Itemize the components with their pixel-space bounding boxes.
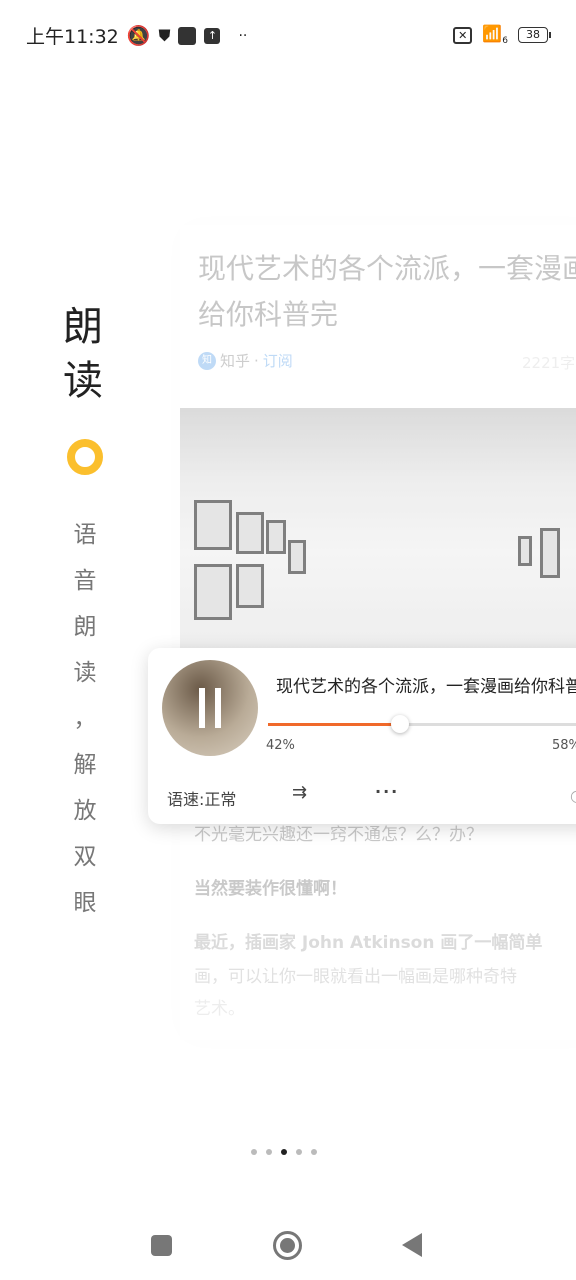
back-button[interactable] [402,1233,422,1257]
subtitle-char: 双 [73,844,97,870]
article-title: 现代艺术的各个流派，一套漫画 给你科普完 [198,252,576,331]
article-source: 知乎 [220,352,251,370]
more-icon[interactable]: ··· [375,782,399,801]
battery-icon: 38 [518,27,551,44]
article-paragraph: 艺术。 [194,999,245,1019]
progress-fill [268,723,400,726]
subtitle-char: 语 [73,522,97,548]
title-char: 读 [63,358,103,404]
article-meta: 知 知乎 · 订阅 [198,350,293,371]
remaining-percent: 58% [552,738,576,753]
article-image [180,408,576,648]
page-dot[interactable] [281,1149,287,1155]
title-char: 朗 [63,304,103,350]
subtitle-char: ， [73,706,97,732]
subtitle-char: 读 [73,660,97,686]
subtitle-char: 音 [73,568,97,594]
playlist-order-icon[interactable]: ⇉ [292,782,307,803]
recents-button[interactable] [151,1235,172,1256]
more-notifications-icon: ·· [238,27,248,44]
ring-icon [67,439,103,475]
article-paragraph: 最近，插画家 John Atkinson 画了一幅简单 [194,933,543,953]
zhihu-logo-icon: 知 [198,351,216,370]
article-paragraph: 当然要装作很懂啊！ [194,879,347,899]
progress-thumb[interactable] [390,715,409,733]
subtitle-char: 放 [73,798,97,824]
feature-subtitle: 语 音 朗 读 ， 解 放 双 眼 [70,512,100,926]
status-bar-right: ✕ 📶6 38 [453,24,551,47]
upload-icon: ↑ [204,27,221,44]
no-sim-icon: ✕ [453,26,473,44]
page-dot[interactable] [266,1149,272,1155]
mute-bell-icon: 🔕 [126,25,151,47]
subtitle-char: 朗 [73,614,97,640]
subtitle-char: 解 [73,752,97,778]
shield-icon: ⛊ [158,25,171,45]
player-title: 现代艺术的各个流派，一套漫画给你科普完 [276,677,576,697]
article-paragraph: 画，可以让你一眼就看出一幅画是哪种奇特 [194,967,517,987]
timer-icon[interactable]: ◔ [570,786,576,805]
pause-icon [199,688,205,728]
home-button[interactable] [273,1231,302,1260]
page-dot[interactable] [296,1149,302,1155]
played-percent: 42% [266,738,295,753]
word-count: 2221字 [522,354,576,372]
subscribe-link: 订阅 [262,352,293,370]
subtitle-char: 眼 [73,890,97,916]
app-notification-icon [178,26,197,45]
status-time: 上午11:32 [26,26,119,48]
wifi-icon: 📶6 [482,24,508,47]
feature-title: 朗 读 [63,300,107,408]
status-bar-left: 上午11:32 🔕 ⛊ ↑ ·· [26,22,247,49]
page-indicator [251,1149,317,1155]
audio-player-card: 现代艺术的各个流派，一套漫画给你科普完 42% 58% 语速:正常 ⇉ ··· … [148,648,576,824]
pause-icon [215,688,221,728]
page-dot[interactable] [251,1149,257,1155]
separator: · [254,351,259,370]
pause-button[interactable] [162,660,258,756]
page-dot[interactable] [311,1149,317,1155]
speed-button[interactable]: 语速:正常 [167,786,236,810]
